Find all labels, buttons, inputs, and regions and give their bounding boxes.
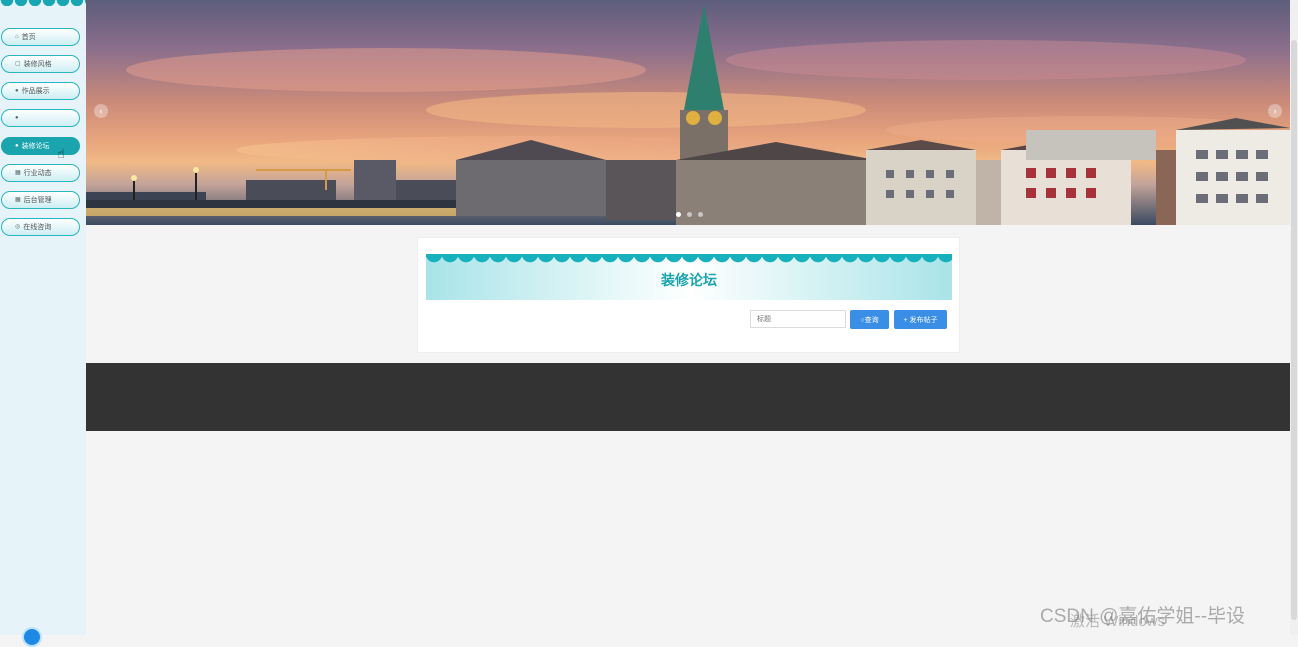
banner-dot[interactable] [687,212,692,217]
search-input[interactable] [750,310,846,328]
scrollbar-thumb[interactable] [1291,40,1297,620]
hand-cursor-icon: ☝ [57,146,65,161]
sidebar-item-label: 作品展示 [21,88,50,95]
new-post-button[interactable]: + 发布帖子 [894,310,947,329]
chat-icon: ◎ [15,224,21,230]
sidebar-item-label: 在线咨询 [23,224,52,231]
page-scrollbar[interactable] [1290,0,1298,635]
banner-pagination [676,212,703,217]
banner-dot[interactable] [676,212,681,217]
home-icon: ⌂ [15,34,19,40]
sidebar-item-7[interactable]: ▦ 后台管理 [1,191,80,209]
sidebar-item-1[interactable]: ⌂ 首页 [1,28,80,46]
circle-icon: ● [15,115,19,121]
banner-dot[interactable] [698,212,703,217]
sidebar-item-6[interactable]: ▦ 行业动态 [1,164,80,182]
sidebar-item-label: 装修论坛 [21,143,50,150]
sidebar-item-4[interactable]: ● [1,109,80,127]
grid-icon: ▦ [15,197,21,203]
grid-icon: ▦ [15,170,21,176]
csdn-watermark: CSDN @嘉佑学姐--毕设 [1040,606,1246,627]
page-title: 装修论坛 [661,272,717,288]
forum-header: 装修论坛 [426,254,952,300]
sidebar-item-label: 行业动态 [23,170,52,177]
sidebar: ⌂ 首页 ▢ 装修风格 ● 作品展示 ● ● 装修论坛 ▦ 行业动态 ▦ 后台管理 ◎ 在线咨询 ☝ [0,0,86,647]
page-footer [86,363,1290,431]
sidebar-scallop-decoration [0,0,86,6]
sidebar-item-label: 后台管理 [23,197,52,204]
lock-icon: ▢ [15,61,21,67]
sidebar-item-label: 首页 [21,34,36,41]
search-button[interactable]: ○查询 [850,310,889,329]
banner-next-arrow[interactable]: › [1268,104,1282,118]
circle-icon: ● [15,88,19,94]
circle-icon: ● [15,143,19,149]
sidebar-item-3[interactable]: ● 作品展示 [1,82,80,100]
hero-banner-carousel: ‹ › [86,0,1290,225]
floating-chat-button[interactable] [22,627,42,647]
sidebar-item-5[interactable]: ● 装修论坛 [1,137,80,155]
sidebar-item-8[interactable]: ◎ 在线咨询 [1,218,80,236]
banner-city-image [86,4,1290,225]
sidebar-item-label: 装修风格 [23,61,52,68]
forum-panel: 装修论坛 ○查询 + 发布帖子 [417,237,960,353]
banner-prev-arrow[interactable]: ‹ [94,104,108,118]
header-scallop-decoration [426,254,952,264]
sidebar-item-2[interactable]: ▢ 装修风格 [1,55,80,73]
